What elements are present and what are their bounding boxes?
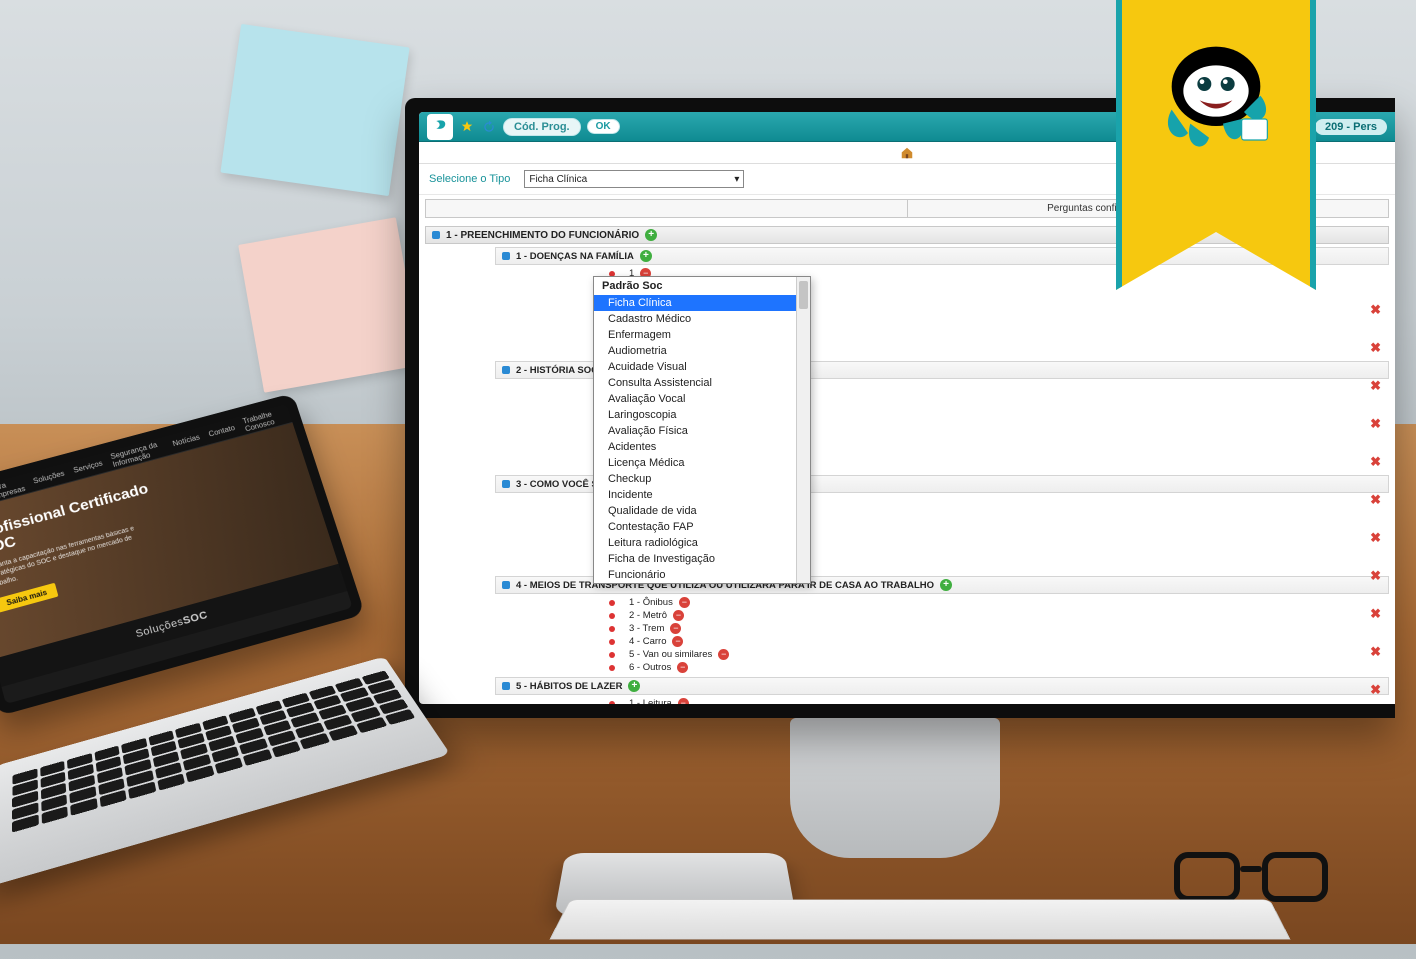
question-item[interactable]: 4 - Carro− <box>625 635 1389 648</box>
expand-icon[interactable] <box>502 581 510 589</box>
remove-icon[interactable]: − <box>718 649 729 660</box>
group-title-text: 1 - PREENCHIMENTO DO FUNCIONÁRIO <box>446 230 639 241</box>
expand-icon[interactable] <box>502 366 510 374</box>
question-label: 2 - Metrô <box>629 610 667 621</box>
type-dropdown-panel[interactable]: Padrão Soc Ficha ClínicaCadastro MédicoE… <box>593 276 811 584</box>
delete-x-icon[interactable]: ✖ <box>1370 378 1381 394</box>
delete-x-icon[interactable]: ✖ <box>1370 302 1381 318</box>
bullet-icon <box>609 652 615 658</box>
subgroup-header[interactable]: 5 - HÁBITOS DE LAZER + <box>495 677 1389 695</box>
remove-icon[interactable]: − <box>672 636 683 647</box>
delete-x-icon[interactable]: ✖ <box>1370 568 1381 584</box>
dropdown-option[interactable]: Checkup <box>594 471 810 487</box>
delete-x-icon[interactable]: ✖ <box>1370 606 1381 622</box>
question-label: 1 - Ônibus <box>629 597 673 608</box>
dropdown-option[interactable]: Avaliação Vocal <box>594 391 810 407</box>
subgroup-title-text: 1 - DOENÇAS NA FAMÍLIA <box>516 251 634 262</box>
expand-icon[interactable] <box>432 231 440 239</box>
bullet-icon <box>609 665 615 671</box>
delete-x-icon[interactable]: ✖ <box>1370 340 1381 356</box>
question-label: 6 - Outros <box>629 662 671 673</box>
subgroup-title-text: 5 - HÁBITOS DE LAZER <box>516 681 622 692</box>
dropdown-option[interactable]: Leitura radiológica <box>594 535 810 551</box>
bullet-icon <box>609 701 615 705</box>
dropdown-option[interactable]: Contestação FAP <box>594 519 810 535</box>
add-icon[interactable]: + <box>940 579 952 591</box>
dropdown-option[interactable]: Consulta Assistencial <box>594 375 810 391</box>
type-selector-label: Selecione o Tipo <box>429 173 510 185</box>
star-icon[interactable] <box>459 119 475 135</box>
dropdown-option[interactable]: Acuidade Visual <box>594 359 810 375</box>
chevron-down-icon: ▾ <box>734 174 743 185</box>
question-item[interactable]: 1 - Leitura− <box>625 697 1389 704</box>
expand-icon[interactable] <box>502 480 510 488</box>
dropdown-option[interactable]: Audiometria <box>594 343 810 359</box>
sticky-note-pink <box>238 217 422 393</box>
bullet-icon <box>609 600 615 606</box>
add-icon[interactable]: + <box>628 680 640 692</box>
dropdown-option[interactable]: Qualidade de vida <box>594 503 810 519</box>
question-item[interactable]: 2 - Metrô− <box>625 609 1389 622</box>
octopus-mascot-icon <box>1146 28 1286 168</box>
type-selector-value: Ficha Clínica <box>529 174 587 185</box>
nav-link[interactable]: Contato <box>208 424 236 439</box>
question-label: 1 - Leitura <box>629 698 672 704</box>
dropdown-option[interactable]: Ficha Clínica <box>594 295 810 311</box>
nav-link[interactable]: Soluções <box>32 469 65 485</box>
app-logo[interactable] <box>427 114 453 140</box>
cod-prog-field[interactable]: Cód. Prog. <box>503 118 581 136</box>
monitor-stand <box>790 718 1000 858</box>
add-icon[interactable]: + <box>640 250 652 262</box>
question-item[interactable]: 1 - Ônibus− <box>625 596 1389 609</box>
remove-icon[interactable]: − <box>670 623 681 634</box>
dropdown-option[interactable]: Acidentes <box>594 439 810 455</box>
delete-x-icon[interactable]: ✖ <box>1370 644 1381 660</box>
dropdown-option[interactable]: Laringoscopia <box>594 407 810 423</box>
bullet-icon <box>609 613 615 619</box>
expand-icon[interactable] <box>502 252 510 260</box>
remove-icon[interactable]: − <box>678 698 689 704</box>
delete-x-icon[interactable]: ✖ <box>1370 530 1381 546</box>
sticky-note-blue <box>220 24 409 196</box>
dropdown-option[interactable]: Incidente <box>594 487 810 503</box>
dropdown-option[interactable]: Licença Médica <box>594 455 810 471</box>
delete-x-icon[interactable]: ✖ <box>1370 416 1381 432</box>
titlebar-right-label: 209 - Pers <box>1315 119 1387 135</box>
bullet-icon <box>609 626 615 632</box>
dropdown-header: Padrão Soc <box>594 277 810 295</box>
nav-link[interactable]: Serviços <box>73 459 104 475</box>
hero-cta-button[interactable]: Saiba mais <box>0 583 58 613</box>
bullet-icon <box>609 639 615 645</box>
dropdown-option[interactable]: Enfermagem <box>594 327 810 343</box>
dropdown-scrollbar[interactable] <box>796 277 810 583</box>
refresh-icon[interactable] <box>481 119 497 135</box>
dropdown-option[interactable]: Funcionário <box>594 567 810 583</box>
dropdown-option[interactable]: Cadastro Médico <box>594 311 810 327</box>
dropdown-option[interactable]: Ficha de Investigação <box>594 551 810 567</box>
remove-icon[interactable]: − <box>679 597 690 608</box>
question-item[interactable]: 5 - Van ou similares− <box>625 648 1389 661</box>
home-icon[interactable] <box>900 146 914 160</box>
remove-icon[interactable]: − <box>673 610 684 621</box>
expand-icon[interactable] <box>502 682 510 690</box>
question-label: 3 - Trem <box>629 623 664 634</box>
ok-button[interactable]: OK <box>587 119 620 134</box>
question-label: 5 - Van ou similares <box>629 649 712 660</box>
delete-x-icon[interactable]: ✖ <box>1370 492 1381 508</box>
questions-tree: Padrão Soc Ficha ClínicaCadastro MédicoE… <box>419 222 1395 704</box>
col-left <box>426 200 907 217</box>
question-item[interactable]: 3 - Trem− <box>625 622 1389 635</box>
add-icon[interactable]: + <box>645 229 657 241</box>
remove-icon[interactable]: − <box>677 662 688 673</box>
nav-link[interactable]: Notícias <box>172 433 201 448</box>
delete-x-icon[interactable]: ✖ <box>1370 682 1381 698</box>
delete-x-icon[interactable]: ✖ <box>1370 454 1381 470</box>
question-item[interactable]: 6 - Outros− <box>625 661 1389 674</box>
type-selector[interactable]: Ficha Clínica ▾ <box>524 170 744 188</box>
delete-marks-column: ✖✖✖✖✖✖✖✖✖✖✖✖✖✖ <box>1370 302 1381 704</box>
external-keyboard <box>549 899 1290 939</box>
question-label: 4 - Carro <box>629 636 666 647</box>
dropdown-option[interactable]: Avaliação Física <box>594 423 810 439</box>
